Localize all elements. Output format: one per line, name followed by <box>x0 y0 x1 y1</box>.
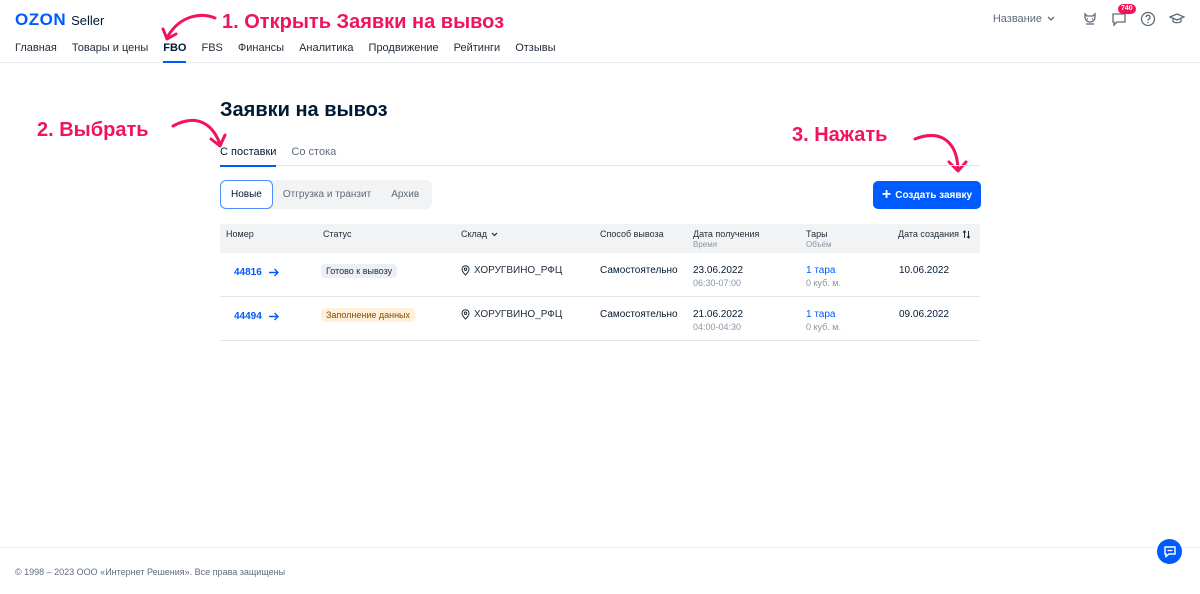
arrow-right-icon <box>268 312 279 321</box>
create-request-label: Создать заявку <box>895 189 973 201</box>
location-pin-icon <box>461 265 470 276</box>
table-row[interactable]: 44494 Заполнение данных ХОРУГВИНО_РФЦ Са… <box>220 297 980 341</box>
receive-date: 21.06.2022 <box>693 309 744 320</box>
volume: 0 куб. м. <box>806 322 841 332</box>
receive-time: 06:30-07:00 <box>693 278 742 288</box>
tab-from-supply[interactable]: С поставки <box>220 140 277 167</box>
warehouse-name: ХОРУГВИНО_РФЦ <box>474 265 563 276</box>
created-date: 09.06.2022 <box>899 309 950 320</box>
col-number[interactable]: Номер <box>226 229 254 239</box>
logo-seller: Seller <box>71 13 105 28</box>
col-created[interactable]: Дата создания <box>898 229 971 239</box>
requests-table: Номер Статус Склад Способ вывоза Дата по… <box>220 224 980 341</box>
col-receive-time-label: Время <box>693 240 718 249</box>
warehouse-name: ХОРУГВИНО_РФЦ <box>474 309 563 320</box>
boxes-cell: 1 тара 0 куб. м. <box>806 309 841 332</box>
nav-products[interactable]: Товары и цены <box>72 42 148 63</box>
sort-icon <box>962 229 971 239</box>
company-name-selector[interactable]: Название <box>993 13 1055 25</box>
receive-time: 04:00-04:30 <box>693 322 742 332</box>
filter-new[interactable]: Новые <box>220 180 273 209</box>
nav-analytics[interactable]: Аналитика <box>299 42 353 63</box>
volume: 0 куб. м. <box>806 278 841 288</box>
company-name-label: Название <box>992 12 1042 25</box>
request-number-link[interactable]: 44816 <box>234 267 279 278</box>
annotation-arrow-1 <box>161 13 217 41</box>
warehouse-cell: ХОРУГВИНО_РФЦ <box>461 265 562 276</box>
support-chat-button[interactable] <box>1157 539 1182 564</box>
table-row[interactable]: 44816 Готово к вывозу ХОРУГВИНО_РФЦ Само… <box>220 253 980 297</box>
request-number-link[interactable]: 44494 <box>234 311 279 322</box>
annotation-step2: 2. Выбрать <box>37 119 149 141</box>
col-warehouse-label: Склад <box>461 229 488 239</box>
arrow-right-icon <box>268 268 279 277</box>
education-icon[interactable] <box>1168 10 1185 27</box>
nav-finance[interactable]: Финансы <box>238 42 284 63</box>
chat-bubble-icon <box>1163 546 1176 558</box>
status-badge: Готово к вывозу <box>321 264 398 278</box>
source-tabs: С поставки Со стока <box>220 140 980 167</box>
col-boxes-label: Тары <box>806 229 828 239</box>
status-badge: Заполнение данных <box>321 308 416 322</box>
col-volume-label: Объём <box>806 240 832 249</box>
boxes-link[interactable]: 1 тара <box>806 265 836 276</box>
boxes-link[interactable]: 1 тара <box>806 309 836 320</box>
col-created-label: Дата создания <box>898 229 959 239</box>
chevron-down-icon <box>491 232 498 236</box>
chevron-down-icon <box>1047 16 1055 21</box>
nav-ratings[interactable]: Рейтинги <box>454 42 501 63</box>
request-number: 44816 <box>234 267 262 278</box>
boxes-cell: 1 тара 0 куб. м. <box>806 265 841 288</box>
col-receive-date: Дата получения Время <box>693 229 759 249</box>
help-icon[interactable] <box>1139 10 1156 27</box>
receive-date-cell: 21.06.2022 04:00-04:30 <box>693 309 743 332</box>
col-receive-date-label: Дата получения <box>693 229 760 239</box>
logo-ozon: OZON <box>15 10 67 29</box>
request-number: 44494 <box>234 311 262 322</box>
copyright: © 1998 – 2023 ООО «Интернет Решения». Вс… <box>15 567 286 577</box>
create-request-button[interactable]: + Создать заявку <box>873 181 981 209</box>
plus-icon: + <box>881 186 892 203</box>
nav-promotion[interactable]: Продвижение <box>369 42 439 63</box>
nav-home[interactable]: Главная <box>15 42 57 63</box>
created-date: 10.06.2022 <box>899 265 950 276</box>
col-status: Статус <box>323 229 352 239</box>
col-warehouse[interactable]: Склад <box>461 229 498 239</box>
header-actions: Название 740 <box>993 4 1185 27</box>
col-boxes: Тары Объём <box>806 229 832 249</box>
delivery-method: Самостоятельно <box>600 309 678 320</box>
delivery-method: Самостоятельно <box>600 265 678 276</box>
logo[interactable]: OZON Seller <box>15 10 104 30</box>
col-method: Способ вывоза <box>600 229 664 239</box>
location-pin-icon <box>461 309 470 320</box>
page-title: Заявки на вывоз <box>220 99 388 121</box>
filter-archive[interactable]: Архив <box>381 180 429 209</box>
receive-date: 23.06.2022 <box>693 265 744 276</box>
chat-notifications-icon[interactable]: 740 <box>1110 4 1136 27</box>
nav-reviews[interactable]: Отзывы <box>515 42 555 63</box>
mascot-icon[interactable] <box>1081 10 1098 27</box>
warehouse-cell: ХОРУГВИНО_РФЦ <box>461 309 562 320</box>
status-filter: Новые Отгрузка и транзит Архив <box>220 180 433 209</box>
annotation-step1: 1. Открыть Заявки на вывоз <box>222 11 505 33</box>
tab-from-stock[interactable]: Со стока <box>291 140 336 166</box>
main-nav: Главная Товары и цены FBO FBS Финансы Ан… <box>15 42 570 63</box>
filter-shipping-transit[interactable]: Отгрузка и транзит <box>273 180 381 209</box>
receive-date-cell: 23.06.2022 06:30-07:00 <box>693 265 743 288</box>
notifications-badge: 740 <box>1118 4 1136 14</box>
footer: © 1998 – 2023 ООО «Интернет Решения». Вс… <box>0 547 1200 594</box>
table-header: Номер Статус Склад Способ вывоза Дата по… <box>220 224 980 253</box>
